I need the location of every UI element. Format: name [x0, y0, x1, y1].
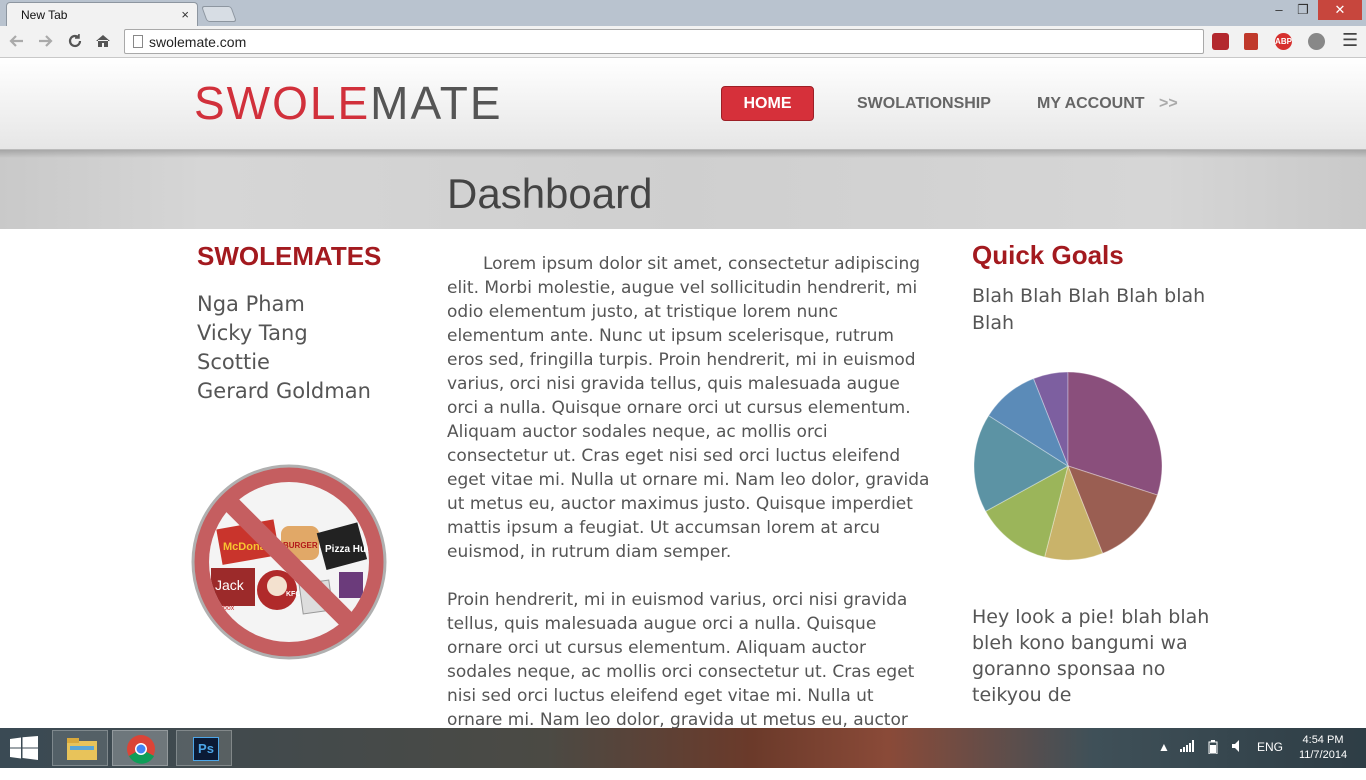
page-icon: [133, 35, 143, 48]
menu-icon[interactable]: ☰: [1342, 30, 1358, 51]
bookmark-extension-icon[interactable]: [1244, 33, 1258, 50]
chrome-icon: [126, 734, 156, 768]
tab-title: New Tab: [21, 8, 68, 22]
quick-goals-panel: Quick Goals Blah Blah Blah Blah blah Bla…: [972, 240, 1212, 337]
taskbar-file-explorer[interactable]: [52, 730, 108, 766]
folder-icon: [67, 738, 97, 764]
url-text: swolemate.com: [149, 34, 247, 50]
language-indicator[interactable]: ENG: [1257, 740, 1283, 754]
taskbar-clock[interactable]: 4:54 PM 11/7/2014: [1290, 733, 1356, 763]
swolemates-list: Nga Pham Vicky Tang Scottie Gerard Goldm…: [197, 290, 427, 406]
photoshop-icon: Ps: [193, 737, 219, 761]
taskbar-chrome[interactable]: [112, 730, 168, 766]
nav-swolationship[interactable]: SWOLATIONSHIP: [857, 95, 991, 113]
swolemates-panel: SWOLEMATES Nga Pham Vicky Tang Scottie G…: [197, 241, 427, 406]
show-hidden-icons-icon[interactable]: ▲: [1158, 740, 1170, 754]
clock-date: 11/7/2014: [1298, 749, 1348, 761]
nav-my-account[interactable]: MY ACCOUNT >>: [1037, 95, 1178, 113]
nofood-label: Pizza Hut: [325, 544, 370, 555]
main-content: Lorem ipsum dolor sit amet, consectetur …: [447, 252, 932, 780]
browser-toolbar: swolemate.com ABP ☰: [0, 26, 1366, 58]
sofa-extension-icon[interactable]: [1212, 33, 1229, 50]
clock-time: 4:54 PM: [1302, 734, 1344, 746]
windows-taskbar: Ps ▲ ENG 4:54 PM 11/7/2014: [0, 728, 1366, 768]
nofood-label: Jack: [215, 577, 245, 593]
no-fast-food-image: McDonald's BURGER KING Pizza Hut Jack bo…: [189, 462, 389, 666]
nav-home-button[interactable]: HOME: [721, 86, 814, 121]
nav-my-account-label: MY ACCOUNT: [1037, 95, 1145, 112]
back-icon[interactable]: [8, 32, 26, 54]
swolemate-item[interactable]: Scottie: [197, 348, 427, 377]
volume-icon[interactable]: [1232, 740, 1244, 755]
new-tab-button[interactable]: [201, 6, 237, 22]
home-icon[interactable]: [94, 32, 112, 54]
reload-icon[interactable]: [66, 32, 84, 54]
title-banner: Dashboard: [0, 150, 1366, 229]
forward-icon[interactable]: [36, 32, 54, 54]
swolemate-item[interactable]: Nga Pham: [197, 290, 427, 319]
chevron-right-icon: >>: [1159, 95, 1178, 112]
tab-close-icon[interactable]: ×: [181, 7, 189, 22]
close-window-button[interactable]: ✕: [1318, 0, 1362, 20]
logo-mate: MATE: [370, 77, 503, 129]
site-header: SWOLEMATE HOME SWOLATIONSHIP MY ACCOUNT …: [0, 58, 1366, 150]
page-title: Dashboard: [447, 170, 653, 217]
pie-note-text: Hey look a pie! blah blah bleh kono bang…: [972, 606, 1210, 706]
adblock-icon[interactable]: ABP: [1275, 33, 1292, 50]
battery-icon[interactable]: [1208, 740, 1218, 757]
windows-start-icon[interactable]: [10, 736, 38, 764]
swolemates-heading: SWOLEMATES: [197, 241, 382, 271]
browser-tab-bar: New Tab × ‒ ❐ ✕: [0, 0, 1366, 26]
network-icon[interactable]: [1180, 740, 1196, 755]
goals-text: Blah Blah Blah Blah blah Blah: [972, 285, 1206, 334]
power-extension-icon[interactable]: [1308, 33, 1325, 50]
pie-chart-svg: [973, 371, 1163, 561]
site-logo[interactable]: SWOLEMATE: [194, 76, 503, 130]
browser-tab[interactable]: New Tab ×: [6, 2, 198, 26]
content-paragraph: Lorem ipsum dolor sit amet, consectetur …: [447, 254, 930, 562]
nofood-label: KFC: [286, 591, 300, 598]
swolemate-item[interactable]: Vicky Tang: [197, 319, 427, 348]
taskbar-photoshop[interactable]: Ps: [176, 730, 232, 766]
goals-pie-chart: [972, 370, 1164, 566]
address-bar[interactable]: swolemate.com: [124, 29, 1204, 54]
logo-swole: SWOLE: [194, 77, 371, 129]
quick-goals-heading: Quick Goals: [972, 240, 1124, 270]
maximize-button[interactable]: ❐: [1292, 0, 1314, 20]
header-shadow: [0, 150, 1366, 158]
minimize-button[interactable]: ‒: [1268, 0, 1290, 20]
swolemate-item[interactable]: Gerard Goldman: [197, 377, 427, 406]
